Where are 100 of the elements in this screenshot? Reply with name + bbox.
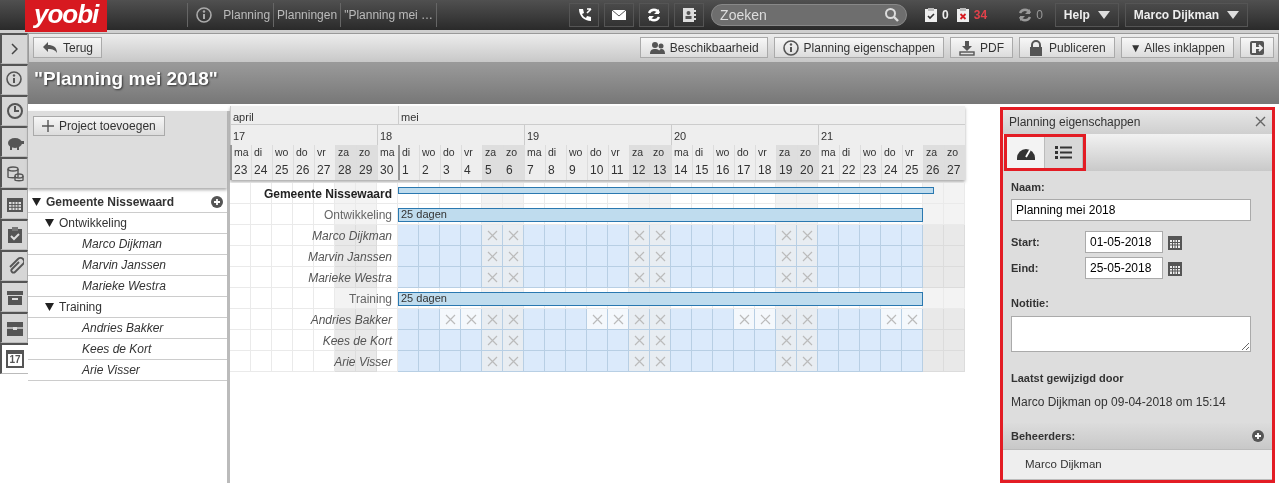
- contacts-button[interactable]: [674, 3, 705, 27]
- cross-icon: [654, 355, 666, 367]
- sidebar-item[interactable]: [0, 219, 28, 250]
- cross-icon: [465, 313, 477, 325]
- day-name: ma: [377, 145, 398, 161]
- sidebar-item[interactable]: [0, 188, 28, 219]
- tree-row[interactable]: Marvin Janssen: [28, 255, 227, 276]
- clipboard-cross-icon: [954, 7, 971, 23]
- search-icon: [884, 7, 901, 23]
- tree-row[interactable]: Marieke Westra: [28, 276, 227, 297]
- chevron-right-icon: [11, 43, 18, 55]
- back-button[interactable]: Terug: [33, 37, 103, 59]
- page-title: "Planning mei 2018": [28, 62, 1279, 104]
- collapse-all-button[interactable]: ▼ Alles inklappen: [1120, 37, 1234, 59]
- tree-row[interactable]: Gemeente Nissewaard: [28, 192, 227, 213]
- people-icon: [648, 39, 665, 56]
- cross-icon: [801, 271, 813, 283]
- archive-icon: [5, 288, 24, 306]
- close-icon: [1255, 116, 1266, 128]
- menu-button[interactable]: Help: [1054, 3, 1119, 27]
- sidebar-item[interactable]: [0, 33, 28, 64]
- add-button[interactable]: [1252, 430, 1264, 442]
- modified-text: Marco Dijkman op 09-04-2018 om 15:14: [1011, 394, 1227, 412]
- note-field[interactable]: [1011, 315, 1251, 352]
- day-number: 27: [944, 161, 965, 180]
- day-number: 23: [860, 161, 881, 180]
- coins-icon: [5, 164, 24, 182]
- day-name: di: [692, 145, 713, 161]
- logo[interactable]: yoobi: [25, 0, 108, 32]
- sync-button[interactable]: [639, 3, 670, 27]
- breadcrumb-link[interactable]: "Planning mei …: [341, 3, 438, 27]
- cross-icon: [780, 355, 792, 367]
- tab[interactable]: [1045, 136, 1083, 168]
- cross-icon: [801, 250, 813, 262]
- manager-item[interactable]: Marco Dijkman: [1003, 448, 1272, 480]
- day-number: 20: [797, 161, 818, 180]
- day-name: di: [839, 145, 860, 161]
- sidebar-item[interactable]: [0, 64, 28, 95]
- sidebar-item[interactable]: [0, 250, 28, 281]
- list-icon: [1053, 143, 1074, 161]
- day-name: za: [776, 145, 797, 161]
- breadcrumb-link[interactable]: Planningen: [274, 3, 342, 27]
- tree-row[interactable]: Andries Bakker: [28, 318, 227, 339]
- pdf-button[interactable]: PDF: [950, 37, 1013, 59]
- menu-button[interactable]: Marco Dijkman: [1124, 3, 1249, 27]
- clipboard-check-icon: [5, 226, 24, 244]
- cross-icon: [801, 229, 813, 241]
- exit-button[interactable]: [1240, 37, 1274, 59]
- tree-row[interactable]: Training: [28, 297, 227, 318]
- cross-icon: [507, 271, 519, 283]
- day-name: za: [335, 145, 356, 161]
- sidebar-item[interactable]: [0, 281, 28, 312]
- add-project-button[interactable]: Project toevoegen: [33, 116, 165, 136]
- sync-icon: [646, 7, 663, 23]
- sync-icon: [1017, 7, 1034, 23]
- day-number: 22: [839, 161, 860, 180]
- close-button[interactable]: [1255, 116, 1266, 128]
- sidebar-item[interactable]: [0, 126, 28, 157]
- panel-title: Planning eigenschappen: [1009, 113, 1141, 131]
- calendar-button[interactable]: [1167, 233, 1183, 251]
- mail-button[interactable]: [604, 3, 635, 27]
- calendar-button[interactable]: [1167, 259, 1183, 277]
- caret-icon: [1097, 11, 1110, 19]
- cross-icon: [507, 334, 519, 346]
- date-field[interactable]: 25-05-2018: [1085, 257, 1163, 280]
- tree-row[interactable]: Marco Dijkman: [28, 234, 227, 255]
- phone-button[interactable]: [569, 3, 600, 27]
- date-field[interactable]: 01-05-2018: [1085, 231, 1163, 254]
- group-bar: 25 dagen: [398, 207, 923, 222]
- add-icon: [211, 196, 223, 208]
- day-number: 6: [503, 161, 524, 180]
- sidebar-item[interactable]: [0, 95, 28, 126]
- tree-row[interactable]: Arie Visser: [28, 360, 227, 381]
- sidebar-item[interactable]: [0, 312, 28, 343]
- sidebar-item[interactable]: 17: [0, 343, 28, 374]
- properties-button[interactable]: Planning eigenschappen: [773, 37, 944, 59]
- cross-icon: [759, 313, 771, 325]
- search-field[interactable]: Zoeken: [711, 4, 908, 26]
- day-number: 17: [734, 161, 755, 180]
- cross-icon: [654, 334, 666, 346]
- name-field[interactable]: Planning mei 2018: [1011, 199, 1251, 222]
- tree-row[interactable]: Ontwikkeling: [28, 213, 227, 234]
- cross-icon: [507, 250, 519, 262]
- day-number: 15: [692, 161, 713, 180]
- sync-counter: 0: [1036, 7, 1043, 24]
- breadcrumb-link[interactable]: Planning: [220, 3, 275, 27]
- sidebar-item[interactable]: [0, 157, 28, 188]
- phone-icon: [576, 7, 593, 23]
- publish-button[interactable]: Publiceren: [1019, 37, 1115, 59]
- day-name: ma: [671, 145, 692, 161]
- day-name: ma: [230, 145, 251, 161]
- row-label: Andries Bakker: [309, 311, 394, 329]
- availability-button[interactable]: Beschikbaarheid: [639, 37, 768, 59]
- calendar-icon: [1167, 233, 1183, 251]
- tree-row[interactable]: Kees de Kort: [28, 339, 227, 360]
- tab[interactable]: [1007, 136, 1045, 168]
- day-number: 5: [482, 161, 503, 180]
- cross-icon: [780, 271, 792, 283]
- cross-icon: [654, 313, 666, 325]
- month-label: april: [230, 106, 398, 125]
